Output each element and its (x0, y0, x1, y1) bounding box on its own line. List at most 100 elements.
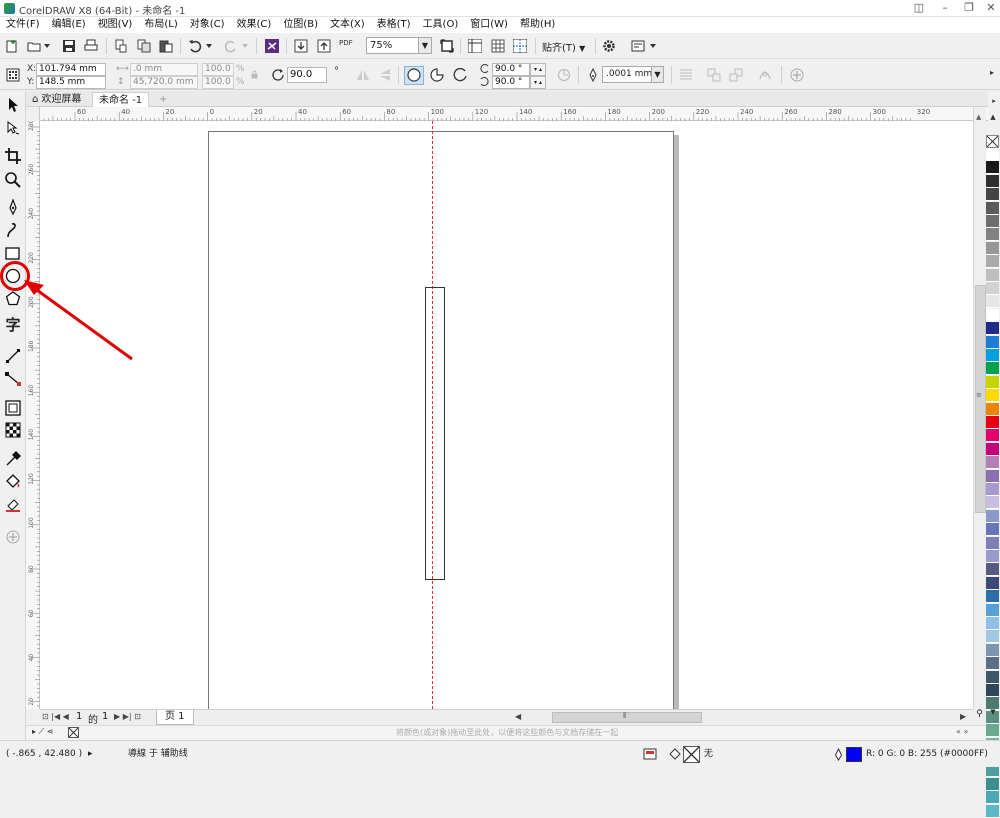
end-angle-spinner[interactable]: ▾ ▴ (530, 76, 546, 89)
menu-tools[interactable]: 工具(O) (417, 17, 465, 33)
palette-swatch[interactable] (986, 509, 999, 523)
palette-swatch[interactable] (986, 335, 999, 349)
object-origin-icon[interactable] (6, 68, 20, 82)
lock-ratio-icon[interactable] (250, 70, 259, 79)
palette-swatch[interactable] (986, 777, 999, 791)
add-tool-icon[interactable] (4, 528, 22, 546)
show-guidelines-icon[interactable] (513, 39, 527, 53)
search-content-icon[interactable] (265, 39, 279, 53)
palette-swatch[interactable] (986, 804, 999, 818)
palette-swatch[interactable] (986, 429, 999, 443)
launcher-dropdown-icon[interactable] (649, 42, 657, 50)
horizontal-ruler[interactable]: 60 40 20 0 20 40 60 80 100 120 140 160 180 200 220 240 2… (26, 107, 988, 121)
menu-window[interactable]: 窗口(W) (464, 17, 514, 33)
outline-width-combo[interactable]: .0001 mm ▼ (602, 66, 664, 83)
shape-tool-icon[interactable] (4, 119, 22, 137)
palette-swatch[interactable] (986, 241, 999, 255)
open-recent-dropdown-icon[interactable] (43, 42, 51, 50)
show-grid-icon[interactable] (491, 39, 505, 53)
crop-tool-icon[interactable] (4, 147, 22, 165)
palette-swatch[interactable] (986, 483, 999, 496)
palette-swatch[interactable] (986, 536, 999, 550)
save-icon[interactable] (62, 39, 76, 53)
convert-to-curves-icon[interactable] (758, 68, 772, 82)
palette-swatch[interactable] (986, 295, 999, 309)
start-angle-field[interactable]: 90.0 ° (492, 63, 530, 76)
palette-swatch[interactable] (986, 563, 999, 577)
page-tab-1[interactable]: 页 1 (156, 710, 194, 725)
ruler-origin[interactable] (26, 107, 40, 121)
mirror-horizontal-icon[interactable] (356, 68, 370, 82)
palette-swatch[interactable] (986, 308, 999, 322)
palette-scroll-up-icon[interactable]: ▸ (988, 97, 1000, 107)
palette-swatch[interactable] (986, 161, 999, 175)
to-front-icon[interactable] (707, 68, 721, 82)
palette-swatch[interactable] (986, 389, 999, 403)
menu-help[interactable]: 帮助(H) (514, 17, 561, 33)
palette-swatch[interactable] (986, 617, 999, 630)
menu-layout[interactable]: 布局(L) (138, 17, 183, 33)
tab-untitled-1[interactable]: 未命名 -1 (92, 92, 150, 107)
account-icon[interactable]: ◫ (910, 1, 928, 15)
palette-swatch[interactable] (986, 643, 999, 657)
new-document-icon[interactable] (5, 39, 19, 53)
close-button[interactable]: ✕ (982, 1, 1000, 15)
copy-icon[interactable] (137, 39, 151, 53)
transparency-tool-icon[interactable] (4, 421, 22, 439)
palette-swatch[interactable] (986, 228, 999, 242)
undo-dropdown-icon[interactable] (205, 42, 213, 50)
color-proof-icon[interactable] (643, 747, 657, 761)
palette-swatch[interactable] (986, 349, 999, 362)
palette-swatch[interactable] (986, 255, 999, 269)
doc-palette-scroll-icon[interactable]: « » (956, 727, 968, 736)
palette-swatch[interactable] (986, 523, 999, 537)
palette-swatch[interactable] (986, 148, 999, 161)
redo-dropdown-icon[interactable] (241, 42, 249, 50)
height-field[interactable]: 45,720.0 mm (130, 76, 198, 89)
palette-swatch[interactable] (986, 268, 999, 282)
full-screen-preview-icon[interactable] (440, 39, 454, 53)
outline-width-dropdown-icon[interactable]: ▼ (651, 67, 663, 82)
palette-swatch[interactable] (986, 375, 999, 389)
import-icon[interactable] (294, 39, 308, 53)
end-angle-field[interactable]: 90.0 ° (492, 76, 530, 89)
palette-swatch[interactable] (986, 684, 999, 697)
horizontal-scroll-thumb[interactable] (552, 712, 702, 723)
palette-up-icon[interactable]: ▲ (986, 113, 1000, 123)
palette-swatch[interactable] (986, 402, 999, 416)
menu-object[interactable]: 对象(C) (184, 17, 231, 33)
width-field[interactable]: .0 mm (130, 63, 198, 76)
start-angle-spinner[interactable]: ▾ ▴ (530, 63, 546, 76)
palette-swatch[interactable] (986, 174, 999, 188)
drop-shadow-tool-icon[interactable] (4, 399, 22, 417)
y-position-field[interactable]: 148.5 mm (36, 76, 106, 89)
scroll-up-arrow-icon[interactable]: ▲ (976, 113, 981, 121)
page-nav-first-icon[interactable]: ⊡ |◀ ◀ (42, 712, 69, 721)
selected-rectangle[interactable] (425, 287, 445, 580)
vertical-ruler[interactable]: 280 260 240 220 200 180 160 140 120 100 80 60 40 20 (26, 121, 40, 709)
quick-customize-icon[interactable] (790, 68, 804, 82)
palette-swatch[interactable] (986, 670, 999, 684)
menu-effects[interactable]: 效果(C) (231, 17, 278, 33)
page-nav-last-icon[interactable]: ▶ ▶| ⊡ (114, 712, 141, 721)
doc-palette-arrow-icon[interactable]: ▸ ⟋ ⋖ (32, 727, 53, 737)
palette-swatch[interactable] (986, 362, 999, 376)
palette-swatch[interactable] (986, 469, 999, 483)
zoom-level-combo[interactable]: 75% ▼ (366, 37, 432, 54)
export-icon[interactable] (317, 39, 331, 53)
palette-swatch[interactable] (986, 791, 999, 805)
palette-swatch[interactable] (986, 201, 999, 215)
mirror-vertical-icon[interactable] (378, 68, 392, 82)
status-expand-icon[interactable]: ▸ (88, 741, 93, 768)
zoom-navigator-icon[interactable]: ⚲ (973, 709, 986, 725)
menu-edit[interactable]: 编辑(E) (46, 17, 92, 33)
smart-fill-tool-icon[interactable] (4, 496, 22, 514)
menu-text[interactable]: 文本(X) (324, 17, 371, 33)
open-folder-icon[interactable] (27, 39, 41, 53)
palette-swatch[interactable] (986, 188, 999, 202)
vertical-scrollbar[interactable]: ▲ ≡ (973, 107, 986, 709)
restore-button[interactable]: ❐ (960, 1, 978, 15)
scale-height-field[interactable]: 100.0 (202, 76, 234, 89)
palette-swatch[interactable] (986, 590, 999, 604)
fill-none-swatch[interactable] (683, 746, 700, 763)
